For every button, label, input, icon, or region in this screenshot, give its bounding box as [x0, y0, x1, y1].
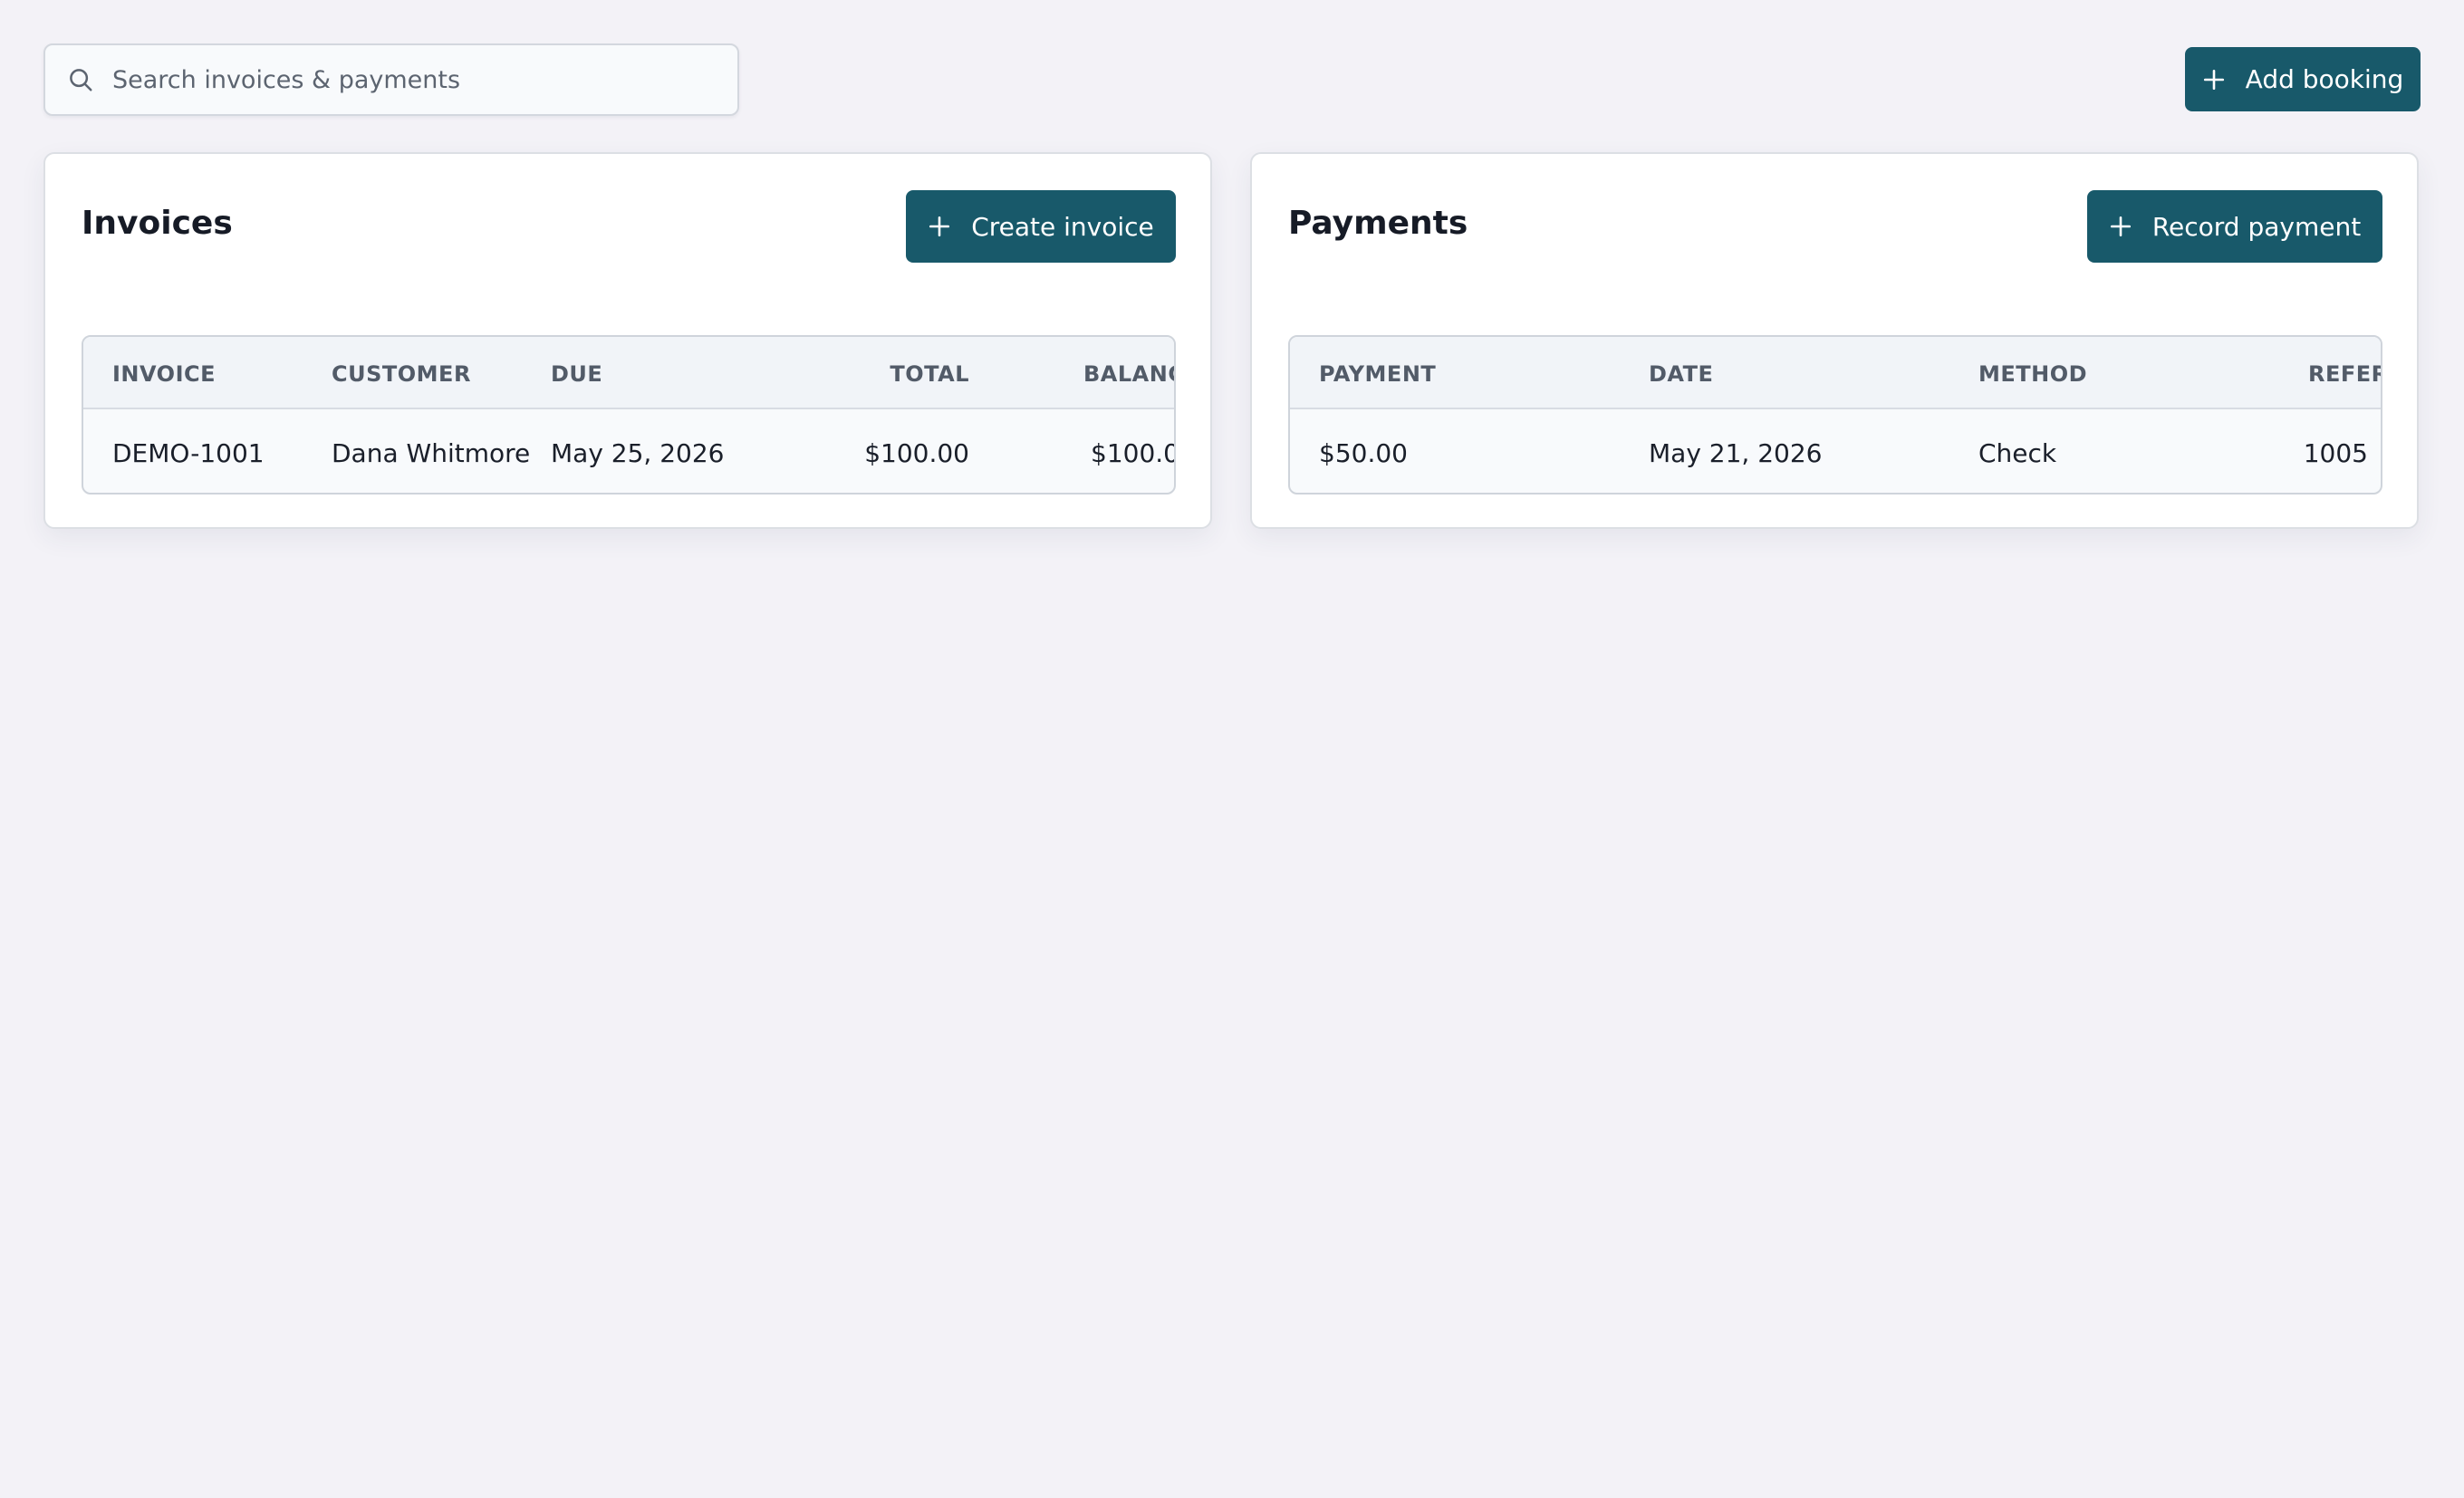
record-payment-label: Record payment [2151, 211, 2362, 242]
plus-icon [2202, 68, 2226, 91]
table-row[interactable]: DEMO-1001 Dana Whitmore May 25, 2026 $10… [83, 411, 1176, 493]
column-header-customer[interactable]: CUSTOMER [332, 361, 471, 387]
column-header-balance[interactable]: BALANC [1083, 361, 1174, 387]
invoice-number[interactable]: DEMO-1001 [112, 438, 265, 468]
create-invoice-label: Create invoice [971, 211, 1154, 242]
payment-method: Check [1978, 438, 2057, 468]
column-header-reference[interactable]: REFER [2308, 361, 2381, 387]
payments-table: PAYMENT DATE METHOD REFER $50.00 May 21,… [1288, 335, 2382, 495]
payments-title: Payments [1288, 205, 1468, 242]
payment-date: May 21, 2026 [1649, 438, 1823, 468]
invoices-title: Invoices [82, 205, 233, 242]
column-header-total[interactable]: TOTAL [890, 361, 969, 387]
column-header-date[interactable]: DATE [1649, 361, 1713, 387]
invoices-table: INVOICE CUSTOMER DUE TOTAL BALANC DEMO-1… [82, 335, 1176, 495]
payments-table-header: PAYMENT DATE METHOD REFER [1290, 337, 2381, 409]
table-row[interactable]: $50.00 May 21, 2026 Check 1005 [1290, 411, 2381, 493]
plus-icon [928, 215, 951, 238]
record-payment-button[interactable]: Record payment [2087, 190, 2382, 263]
search-box[interactable] [43, 43, 739, 116]
column-header-method[interactable]: METHOD [1978, 361, 2087, 387]
invoices-table-header: INVOICE CUSTOMER DUE TOTAL BALANC [83, 337, 1174, 409]
payment-reference: 1005 [2303, 438, 2368, 468]
search-input[interactable] [112, 65, 692, 94]
add-booking-button[interactable]: Add booking [2185, 47, 2421, 111]
invoice-total: $100.00 [864, 438, 969, 468]
billing-page: Add booking Invoices Create invoice INVO… [0, 0, 2464, 1498]
column-header-invoice[interactable]: INVOICE [112, 361, 216, 387]
payments-card: Payments Record payment PAYMENT DATE MET… [1250, 152, 2419, 529]
customer-name: Dana Whitmore [332, 438, 531, 468]
column-header-due[interactable]: DUE [551, 361, 602, 387]
create-invoice-button[interactable]: Create invoice [906, 190, 1176, 263]
due-date: May 25, 2026 [551, 438, 725, 468]
payment-amount: $50.00 [1319, 438, 1408, 468]
plus-icon [2109, 215, 2132, 238]
add-booking-label: Add booking [2245, 64, 2404, 94]
invoice-balance: $100.0 [1091, 438, 1176, 468]
column-header-payment[interactable]: PAYMENT [1319, 361, 1436, 387]
invoices-card: Invoices Create invoice INVOICE CUSTOMER… [43, 152, 1212, 529]
search-icon [67, 66, 94, 93]
